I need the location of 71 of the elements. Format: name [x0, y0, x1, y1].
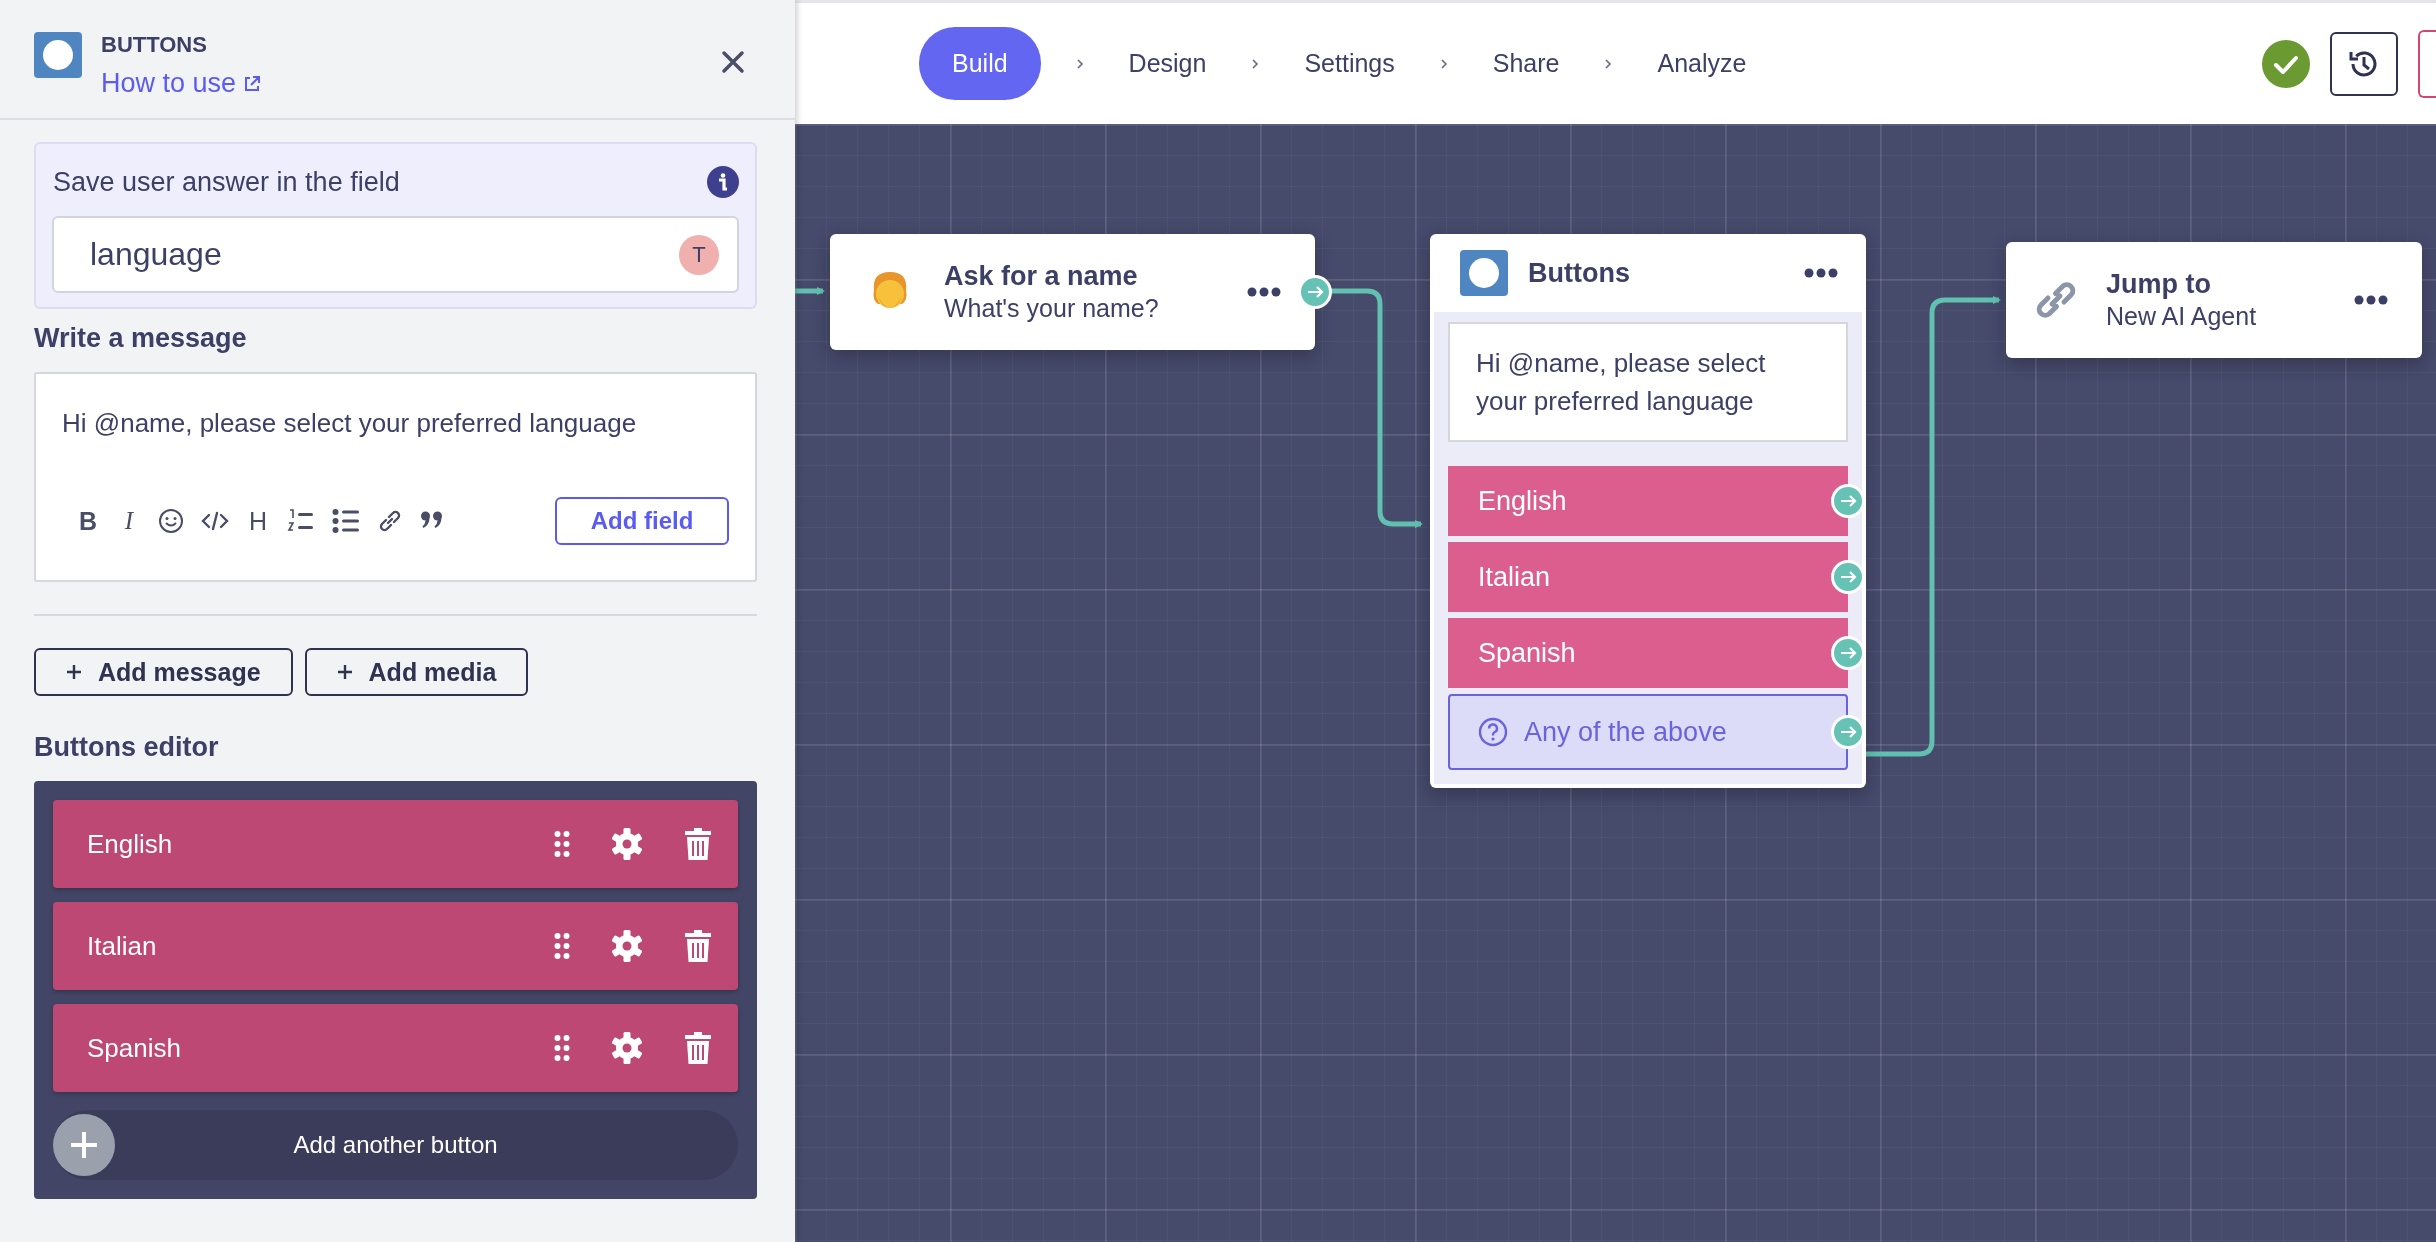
plus-icon	[66, 664, 82, 680]
flow-node[interactable]: Jump to New AI Agent	[2006, 242, 2422, 358]
button-label: Italian	[87, 930, 158, 962]
button-row[interactable]: Spanish	[53, 1004, 738, 1092]
node-title: Jump to	[2106, 269, 2212, 300]
button-row[interactable]: Italian	[53, 902, 738, 990]
message-text: Hi @name, please select your preferred language	[62, 408, 638, 439]
add-another-button[interactable]: Add another button	[53, 1110, 738, 1180]
settings-icon[interactable]	[610, 929, 644, 963]
button-label: Spanish	[87, 1032, 182, 1064]
trash-icon[interactable]	[684, 827, 712, 861]
plus-icon	[336, 664, 353, 680]
info-icon[interactable]	[707, 166, 739, 198]
button-label: English	[87, 828, 174, 860]
field-select[interactable]: language T	[52, 216, 739, 293]
step-tab[interactable]: Settings	[1304, 49, 1395, 78]
block-icon	[34, 32, 82, 78]
connector	[795, 287, 825, 295]
node-subtitle: What's your name?	[944, 294, 1160, 323]
node-subtitle: New AI Agent	[2106, 302, 2258, 331]
question-icon	[1478, 717, 1508, 747]
code-icon[interactable]	[201, 510, 229, 532]
smiley-icon[interactable]	[158, 508, 184, 534]
add-button[interactable]: Add media	[304, 648, 529, 696]
heading-tool[interactable]: H	[246, 506, 270, 536]
settings-icon[interactable]	[610, 1031, 644, 1065]
node-message: Hi @name, please select your preferred language	[1448, 322, 1848, 442]
add-button[interactable]: Add message	[34, 648, 293, 696]
step-tab[interactable]: Share	[1492, 49, 1560, 78]
how-to-use-link[interactable]: How to use	[101, 68, 263, 99]
type-badge: T	[679, 234, 719, 275]
output-port-icon[interactable]	[1298, 275, 1332, 309]
section-title: Buttons editor	[34, 732, 220, 763]
panel-title: BUTTONS	[101, 32, 208, 58]
button-row[interactable]: English	[53, 800, 738, 888]
italic-tool[interactable]: I	[117, 507, 141, 535]
link-icon[interactable]	[377, 508, 403, 534]
chevron-icon	[1604, 57, 1613, 70]
chevron-icon	[1075, 57, 1084, 70]
trash-icon[interactable]	[684, 1031, 712, 1065]
more-icon[interactable]	[1247, 287, 1281, 297]
save-field-label: Save user answer in the field	[52, 166, 400, 198]
more-icon[interactable]	[2354, 295, 2388, 305]
bold-tool[interactable]: B	[76, 506, 100, 536]
check-icon	[2262, 39, 2310, 88]
section-title: Write a message	[34, 323, 248, 354]
node-title: Buttons	[1528, 257, 1631, 289]
plus-icon	[53, 1114, 115, 1176]
step-tab[interactable]: Design	[1128, 49, 1207, 78]
add-field-button[interactable]: Add field	[555, 497, 729, 545]
chevron-icon	[1251, 57, 1260, 70]
flow-node[interactable]: Ask for a name What's your name?	[830, 234, 1315, 350]
message-editor[interactable]: Hi @name, please select your preferred language B I H Add field	[34, 372, 757, 582]
history-button[interactable]	[2330, 31, 2398, 96]
drag-handle-icon[interactable]	[554, 1034, 570, 1062]
more-icon[interactable]	[1804, 268, 1838, 278]
trash-icon[interactable]	[684, 929, 712, 963]
chevron-icon	[1439, 57, 1448, 70]
bullet-list-icon[interactable]	[332, 508, 360, 534]
block-icon	[1460, 250, 1508, 296]
flow-node[interactable]: Buttons Hi @name, please select your preferred language English Italian Spanish Any of the above	[1430, 234, 1866, 788]
external-link-icon	[242, 73, 263, 94]
step-tab[interactable]: Analyze	[1657, 49, 1747, 78]
step-tab[interactable]: Build	[919, 27, 1041, 100]
drag-handle-icon[interactable]	[554, 830, 570, 858]
ordered-list-icon[interactable]	[287, 508, 315, 534]
close-icon[interactable]	[721, 50, 745, 74]
settings-icon[interactable]	[610, 827, 644, 861]
node-title: Ask for a name	[944, 261, 1139, 292]
toolbar-button[interactable]	[2418, 29, 2436, 98]
drag-handle-icon[interactable]	[554, 932, 570, 960]
